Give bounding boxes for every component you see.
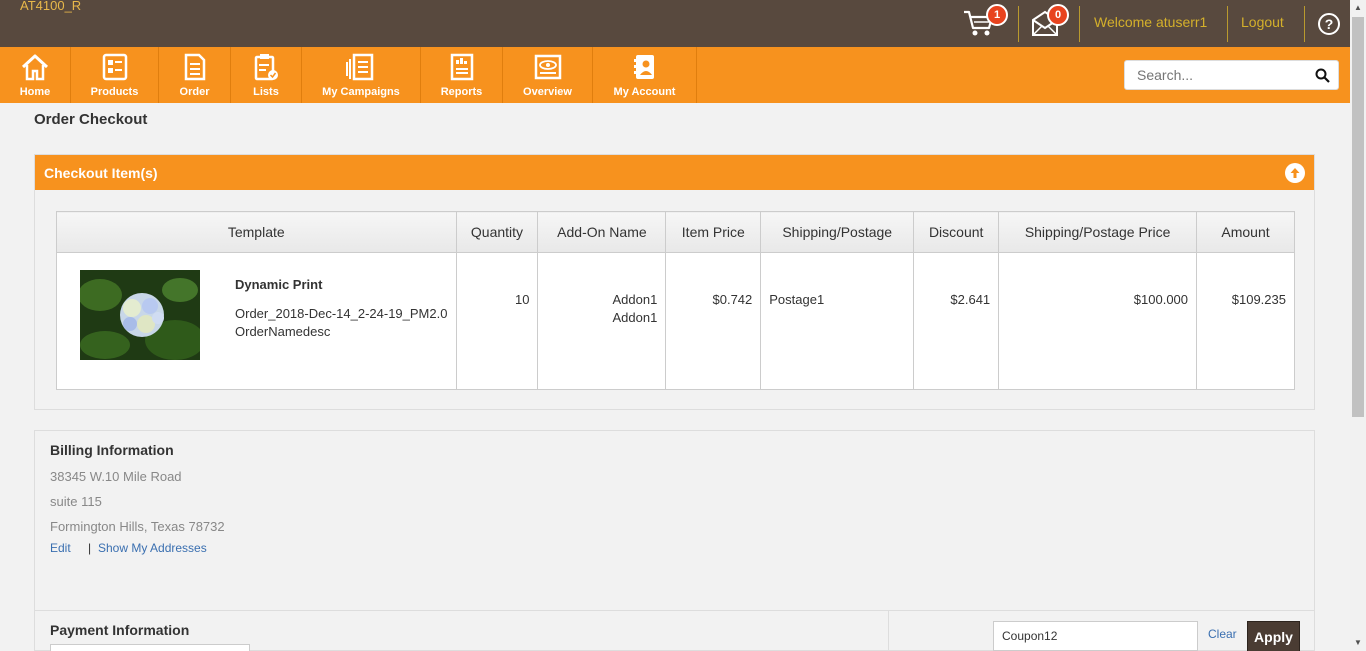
divider	[1304, 6, 1305, 42]
shipping-price-cell: $100.000	[998, 252, 1198, 390]
products-icon	[102, 53, 127, 81]
addon-name: Addon1	[612, 310, 658, 325]
messages-count-badge: 0	[1047, 4, 1069, 26]
billing-panel: Billing Information 38345 W.10 Mile Road…	[34, 430, 1315, 651]
scrollbar-thumb[interactable]	[1352, 17, 1364, 417]
column-header: Add-On Name	[537, 211, 667, 253]
item-price-cell: $0.742	[665, 252, 762, 390]
panel-header: Checkout Item(s)	[35, 155, 1314, 190]
nav-my-account[interactable]: My Account	[593, 47, 697, 103]
column-header: Shipping/Postage Price	[998, 211, 1198, 253]
divider	[1018, 6, 1019, 42]
column-header: Item Price	[665, 211, 762, 253]
nav-products[interactable]: Products	[71, 47, 159, 103]
nav-reports[interactable]: Reports	[421, 47, 503, 103]
apply-coupon-button[interactable]: Apply	[1247, 621, 1300, 651]
template-cell: Dynamic Print Order_2018-Dec-14_2-24-19_…	[56, 252, 457, 390]
lists-icon	[254, 54, 278, 81]
nav-label: Lists	[253, 86, 279, 98]
checkout-items-table: Template Quantity Add-On Name Item Price…	[56, 211, 1295, 390]
help-button[interactable]: ?	[1318, 13, 1340, 35]
page-scrollbar[interactable]: ▲ ▼	[1350, 0, 1366, 651]
messages-button[interactable]: 0	[1030, 4, 1074, 40]
nav-my-campaigns[interactable]: My Campaigns	[302, 47, 421, 103]
column-divider	[888, 611, 889, 651]
logout-link[interactable]: Logout	[1241, 14, 1284, 30]
welcome-text: Welcome atuserr1	[1094, 14, 1208, 30]
tenant-name: AT4100_R	[20, 0, 82, 13]
column-header: Discount	[913, 211, 1000, 253]
divider	[1227, 6, 1228, 42]
nav-label: Products	[90, 86, 139, 98]
coupon-input[interactable]	[993, 621, 1198, 651]
section-divider	[35, 610, 1314, 611]
show-my-addresses-link[interactable]: Show My Addresses	[98, 541, 207, 555]
nav-label: Home	[19, 86, 51, 98]
column-header: Shipping/Postage	[760, 211, 915, 253]
billing-address-line3: Formington Hills, Texas 78732	[50, 519, 225, 534]
scroll-down-icon[interactable]: ▼	[1353, 638, 1363, 648]
cart-button[interactable]: 1	[962, 4, 1008, 40]
top-bar: AT4100_R 1 0 Welcome atuserr1 Logout ?	[0, 0, 1350, 47]
nav-overview[interactable]: Overview	[503, 47, 593, 103]
billing-title: Billing Information	[50, 442, 174, 458]
order-description: OrderNamedesc	[235, 324, 331, 339]
billing-address-line2: suite 115	[50, 494, 102, 509]
main-nav: Home Products Order Lists My Campaigns R…	[0, 47, 1350, 103]
order-icon	[184, 53, 205, 81]
payment-method-select[interactable]	[50, 644, 250, 651]
table-header-row: Template Quantity Add-On Name Item Price…	[56, 211, 1295, 253]
table-row: Dynamic Print Order_2018-Dec-14_2-24-19_…	[56, 252, 1295, 390]
billing-address-line1: 38345 W.10 Mile Road	[50, 469, 182, 484]
panel-title: Checkout Item(s)	[44, 165, 158, 181]
home-icon	[21, 54, 49, 81]
campaigns-icon	[346, 53, 374, 81]
nav-label: Reports	[440, 86, 483, 98]
scroll-up-icon[interactable]: ▲	[1353, 3, 1363, 13]
divider	[1079, 6, 1080, 42]
search-icon[interactable]	[1315, 68, 1330, 83]
collapse-button[interactable]	[1285, 163, 1305, 183]
overview-icon	[534, 54, 561, 80]
nav-order[interactable]: Order	[159, 47, 231, 103]
addon-cell: Addon1 Addon1	[537, 252, 667, 390]
search-box	[1124, 60, 1339, 90]
column-header: Template	[56, 211, 457, 253]
nav-label: My Account	[613, 86, 676, 98]
addon-name: Addon1	[612, 292, 658, 307]
payment-title: Payment Information	[50, 622, 190, 638]
nav-label: My Campaigns	[322, 86, 400, 98]
nav-home[interactable]: Home	[0, 47, 71, 103]
nav-label: Order	[179, 86, 210, 98]
column-header: Amount	[1196, 211, 1295, 253]
account-icon	[633, 55, 654, 79]
column-header: Quantity	[455, 211, 539, 253]
discount-cell: $2.641	[913, 252, 1000, 390]
search-input[interactable]	[1125, 61, 1305, 89]
shipping-cell: Postage1	[760, 252, 915, 390]
template-name: Dynamic Print	[235, 277, 323, 292]
amount-cell: $109.235	[1196, 252, 1295, 390]
cart-count-badge: 1	[986, 4, 1008, 26]
page-title: Order Checkout	[34, 111, 148, 128]
reports-icon	[450, 53, 473, 81]
nav-lists[interactable]: Lists	[231, 47, 302, 103]
quantity-cell: 10	[455, 252, 539, 390]
clear-coupon-link[interactable]: Clear	[1208, 627, 1237, 641]
arrow-up-icon	[1290, 168, 1300, 178]
edit-billing-link[interactable]: Edit	[50, 541, 71, 555]
order-name: Order_2018-Dec-14_2-24-19_PM2.0	[235, 306, 448, 321]
link-separator: |	[88, 541, 92, 555]
nav-label: Overview	[523, 86, 572, 98]
checkout-items-panel: Checkout Item(s) Template Quantity Add-O…	[34, 154, 1315, 410]
product-thumbnail-image[interactable]	[80, 270, 200, 360]
